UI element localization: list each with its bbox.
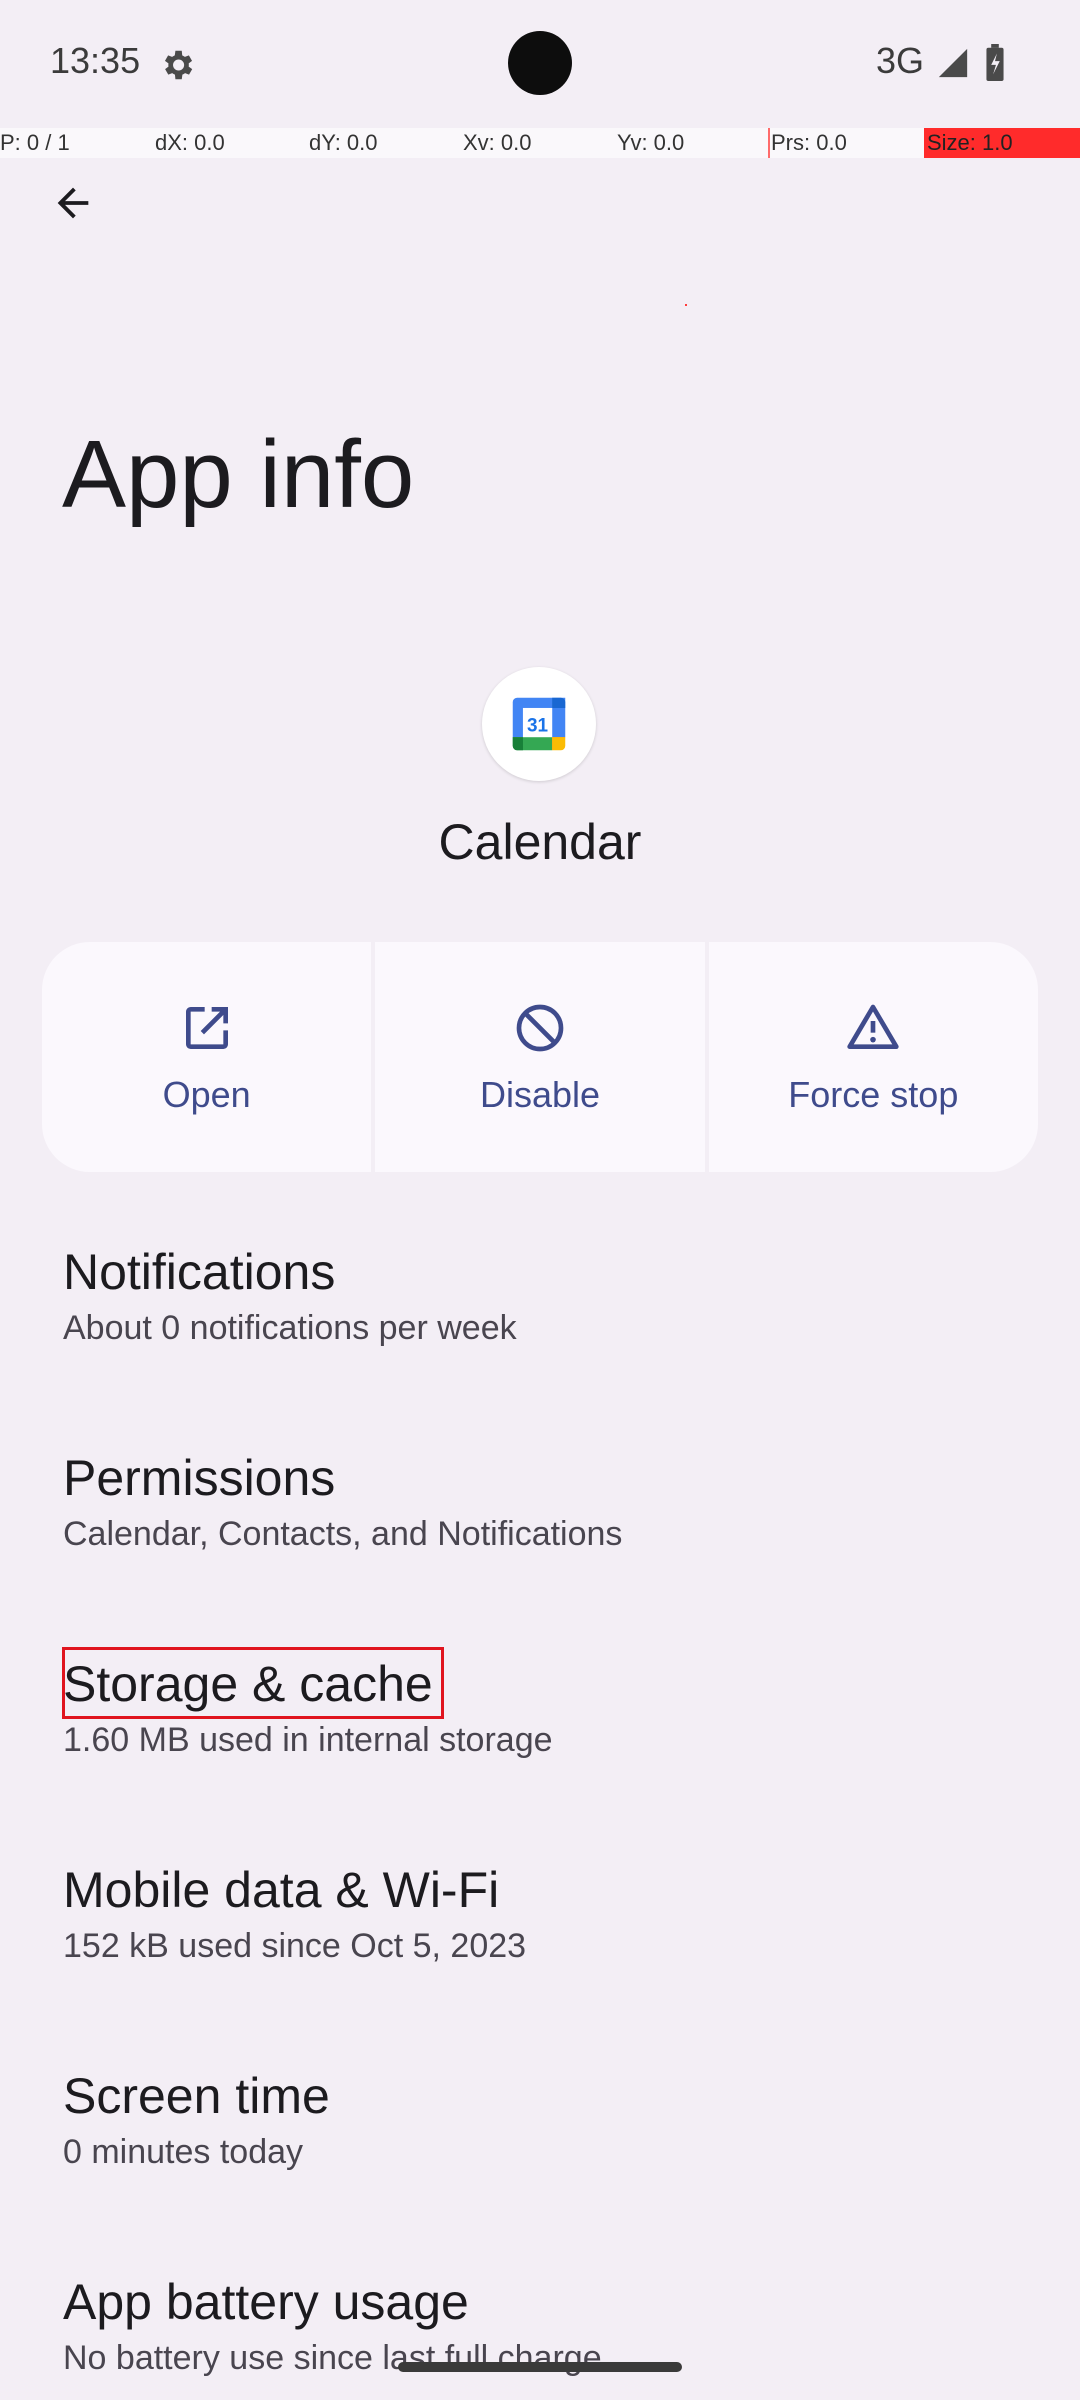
screen-time-summary: 0 minutes today [63, 2133, 304, 2171]
pointer-pressure: Prs: 0.0 [771, 130, 847, 155]
screen-time-item[interactable]: Screen time 0 minutes today [63, 2066, 1023, 2174]
gesture-navigation-handle[interactable] [398, 2362, 682, 2372]
back-button[interactable] [36, 166, 110, 240]
mobile-data-wifi-item[interactable]: Mobile data & Wi-Fi 152 kB used since Oc… [63, 1860, 1023, 1968]
calendar-app-icon: 31 [482, 667, 596, 781]
force-stop-button[interactable]: Force stop [708, 942, 1038, 1172]
settings-gear-icon [164, 50, 193, 80]
page-title: App info [62, 421, 415, 528]
mobile-data-wifi-title: Mobile data & Wi-Fi [63, 1862, 500, 1918]
disable-button-label: Disable [479, 1074, 601, 1115]
app-battery-usage-summary: No battery use since last full charge [63, 2339, 602, 2377]
notifications-item[interactable]: Notifications About 0 notifications per … [63, 1242, 1023, 1350]
signal-icon [938, 48, 968, 78]
app-info-screen: 13:35 3G P: 0 / 1 dX: 0.0 dY: 0.0 Xv: 0.… [0, 0, 1080, 2400]
app-battery-usage-title: App battery usage [63, 2274, 469, 2330]
disable-button[interactable]: Disable [375, 942, 705, 1172]
open-button[interactable]: Open [42, 942, 372, 1172]
arrow-back-icon [57, 187, 89, 219]
disable-icon [516, 1004, 564, 1052]
selection-highlight-box [62, 1647, 444, 1719]
calendar-day-number: 31 [527, 715, 548, 736]
mobile-data-wifi-summary: 152 kB used since Oct 5, 2023 [63, 1927, 527, 1965]
permissions-item[interactable]: Permissions Calendar, Contacts, and Noti… [63, 1448, 1023, 1556]
notifications-summary: About 0 notifications per week [63, 1309, 517, 1347]
touch-trace-dot [685, 304, 687, 306]
pointer-divider [768, 128, 770, 158]
battery-icon [986, 44, 1004, 82]
open-external-icon [185, 1007, 228, 1049]
pointer-dx: dX: 0.0 [155, 130, 225, 155]
permissions-summary: Calendar, Contacts, and Notifications [63, 1515, 623, 1553]
open-button-label: Open [162, 1074, 251, 1115]
pointer-yv: Yv: 0.0 [617, 130, 685, 155]
screen-time-title: Screen time [63, 2068, 330, 2124]
app-name: Calendar [438, 814, 642, 870]
action-button-row: Open Disable Force stop [42, 942, 1038, 1172]
pointer-count: P: 0 / 1 [0, 130, 70, 155]
force-stop-button-label: Force stop [788, 1074, 959, 1115]
pointer-size: Size: 1.0 [927, 130, 1013, 155]
pointer-dy: dY: 0.0 [309, 130, 378, 155]
status-bar: 13:35 3G [0, 0, 1080, 128]
network-type: 3G [876, 40, 925, 81]
status-time: 13:35 [50, 40, 141, 81]
pointer-xv: Xv: 0.0 [463, 130, 532, 155]
warning-triangle-icon [847, 1004, 899, 1049]
notifications-title: Notifications [63, 1244, 336, 1300]
storage-cache-summary: 1.60 MB used in internal storage [63, 1721, 553, 1759]
permissions-title: Permissions [63, 1450, 336, 1506]
camera-cutout [508, 31, 572, 95]
pointer-location-overlay: P: 0 / 1 dX: 0.0 dY: 0.0 Xv: 0.0 Yv: 0.0… [0, 128, 1080, 158]
